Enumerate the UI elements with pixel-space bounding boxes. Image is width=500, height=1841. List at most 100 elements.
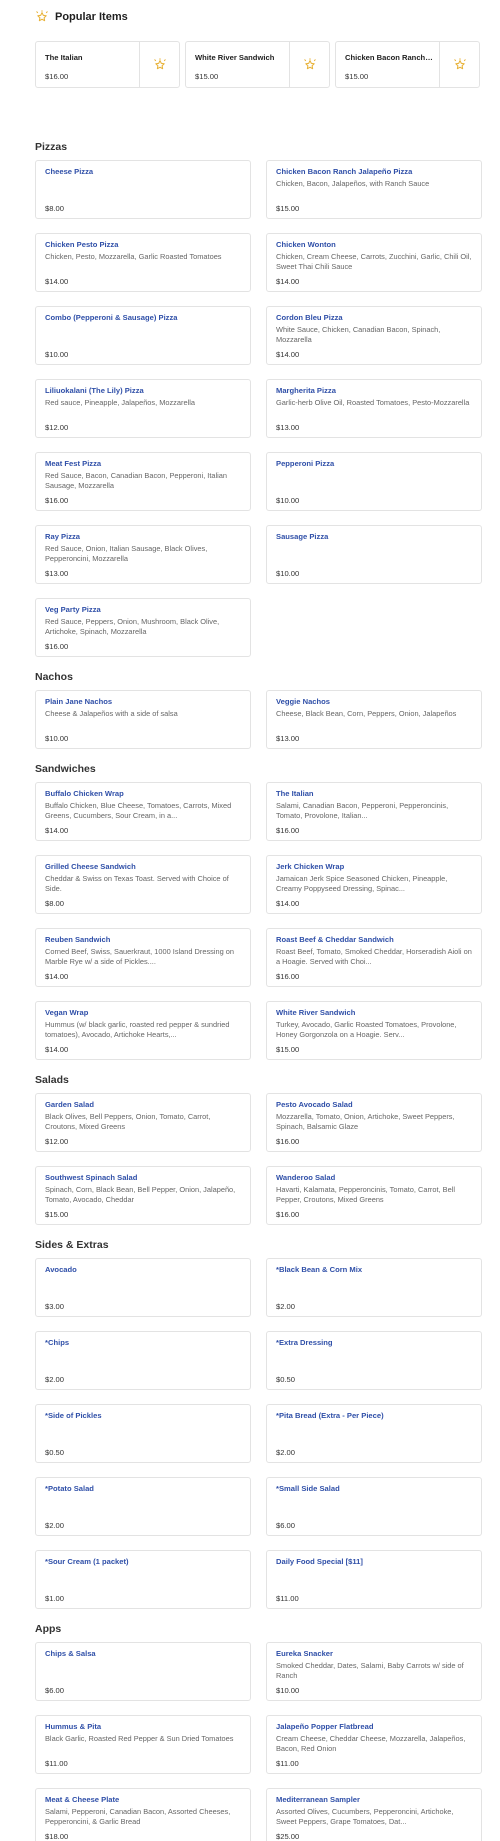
menu-item-card[interactable]: Reuben Sandwich Corned Beef, Swiss, Sauer… (35, 928, 251, 987)
menu-item-price: $2.00 (45, 1521, 65, 1530)
menu-item-card[interactable]: Chicken Pesto Pizza Chicken, Pesto, Mozza… (35, 233, 251, 292)
menu-item-card[interactable]: Liliuokalani (The Lily) Pizza Red sauce, … (35, 379, 251, 438)
popular-item-price: $15.00 (195, 72, 219, 81)
popular-item-name: White River Sandwich (195, 53, 275, 62)
menu-item-name: Meat Fest Pizza (45, 459, 102, 468)
menu-item-card[interactable]: Cheese Pizza $8.00 (35, 160, 251, 219)
menu-item-card[interactable]: *Side of Pickles $0.50 (35, 1404, 251, 1463)
menu-item-price: $16.00 (276, 826, 300, 835)
menu-item-card[interactable]: Sausage Pizza $10.00 (266, 525, 482, 584)
menu-item-card[interactable]: Ray Pizza Red Sauce, Onion, Italian Sausa… (35, 525, 251, 584)
menu-item-card[interactable]: Buffalo Chicken Wrap Buffalo Chicken, Blu… (35, 782, 251, 841)
menu-item-card[interactable]: Vegan Wrap Hummus (w/ black garlic, roast… (35, 1001, 251, 1060)
section-title: Pizzas (35, 141, 68, 153)
menu-item-name: Wanderoo Salad (276, 1173, 336, 1182)
section-items-grid: Buffalo Chicken Wrap Buffalo Chicken, Blu… (35, 782, 482, 1060)
menu-item-description: Corned Beef, Swiss, Sauerkraut, 1000 Isl… (45, 947, 234, 966)
popular-star-icon (303, 57, 316, 69)
menu-item-name: *Small Side Salad (276, 1484, 340, 1493)
menu-item-name: *Pita Bread (Extra - Per Piece) (276, 1411, 384, 1420)
menu-item-price: $10.00 (45, 350, 69, 359)
menu-item-card[interactable]: Hummus & Pita Black Garlic, Roasted Red P… (35, 1715, 251, 1774)
popular-item-badge (139, 42, 179, 87)
menu-item-description: Roast Beef, Tomato, Smoked Cheddar, Hors… (276, 947, 472, 966)
menu-item-card[interactable]: *Chips $2.00 (35, 1331, 251, 1390)
menu-item-card[interactable]: Mediterranean Sampler Assorted Olives, Cu… (266, 1788, 482, 1841)
menu-item-name: Daily Food Special [$11] (276, 1557, 363, 1566)
menu-item-description: Assorted Olives, Cucumbers, Pepperoncini… (276, 1807, 454, 1826)
menu-item-card[interactable]: *Potato Salad $2.00 (35, 1477, 251, 1536)
menu-item-card[interactable]: Grilled Cheese Sandwich Cheddar & Swiss o… (35, 855, 251, 914)
menu-item-name: Roast Beef & Cheddar Sandwich (276, 935, 394, 944)
menu-item-name: Chicken Wonton (276, 240, 336, 249)
menu-item-description: Chicken, Cream Cheese, Carrots, Zucchini… (276, 252, 472, 271)
menu-item-name: Margherita Pizza (276, 386, 336, 395)
menu-item-card[interactable]: Southwest Spinach Salad Spinach, Corn, Bl… (35, 1166, 251, 1225)
menu-item-card[interactable]: Veg Party Pizza Red Sauce, Peppers, Onion… (35, 598, 251, 657)
menu-item-name: Plain Jane Nachos (45, 697, 113, 706)
section-items-grid: Avocado $3.00 *Black Bean & Corn Mix $2.00 *… (35, 1258, 482, 1609)
popular-item-card[interactable]: Chicken Bacon Ranch Jalapeño Pizza $15.00 (335, 41, 480, 88)
sparkle-star-icon (36, 10, 48, 22)
menu-item-card[interactable]: White River Sandwich Turkey, Avocado, Gar… (266, 1001, 482, 1060)
popular-item-card[interactable]: White River Sandwich $15.00 (185, 41, 330, 88)
menu-item-name: Chicken Bacon Ranch Jalapeño Pizza (276, 167, 413, 176)
menu-item-card[interactable]: Daily Food Special [$11] $11.00 (266, 1550, 482, 1609)
menu-item-name: Veg Party Pizza (45, 605, 101, 614)
menu-item-card[interactable]: Jerk Chicken Wrap Jamaican Jerk Spice Sea… (266, 855, 482, 914)
menu-item-name: Veggie Nachos (276, 697, 331, 706)
popular-star-icon (453, 57, 466, 69)
section-title: Apps (35, 1623, 62, 1635)
menu-item-price: $10.00 (276, 496, 300, 505)
menu-item-description: Mozzarella, Tomato, Onion, Artichoke, Sw… (276, 1112, 455, 1131)
menu-item-card[interactable]: Eureka Snacker Smoked Cheddar, Dates, Sal… (266, 1642, 482, 1701)
menu-item-card[interactable]: *Pita Bread (Extra - Per Piece) $2.00 (266, 1404, 482, 1463)
menu-item-card[interactable]: Avocado $3.00 (35, 1258, 251, 1317)
menu-item-card[interactable]: *Black Bean & Corn Mix $2.00 (266, 1258, 482, 1317)
menu-item-name: Cheese Pizza (45, 167, 94, 176)
menu-item-name: Pepperoni Pizza (276, 459, 335, 468)
menu-item-price: $11.00 (276, 1594, 299, 1603)
menu-item-name: Hummus & Pita (45, 1722, 102, 1731)
menu-item-name: Chips & Salsa (45, 1649, 96, 1658)
menu-item-card[interactable]: Jalapeño Popper Flatbread Cream Cheese, C… (266, 1715, 482, 1774)
menu-item-card[interactable]: Meat Fest Pizza Red Sauce, Bacon, Canadia… (35, 452, 251, 511)
menu-item-name: Reuben Sandwich (45, 935, 111, 944)
menu-item-card[interactable]: Pesto Avocado Salad Mozzarella, Tomato, O… (266, 1093, 482, 1152)
menu-item-card[interactable]: *Sour Cream (1 packet) $1.00 (35, 1550, 251, 1609)
menu-item-card[interactable]: Roast Beef & Cheddar Sandwich Roast Beef,… (266, 928, 482, 987)
menu-item-description: Cheese, Black Bean, Corn, Peppers, Onion… (276, 709, 457, 718)
menu-item-description: Jamaican Jerk Spice Seasoned Chicken, Pi… (276, 874, 448, 893)
menu-item-name: Pesto Avocado Salad (276, 1100, 353, 1109)
menu-item-card[interactable]: Veggie Nachos Cheese, Black Bean, Corn, P… (266, 690, 482, 749)
menu-item-card[interactable]: *Small Side Salad $6.00 (266, 1477, 482, 1536)
menu-item-card[interactable]: Garden Salad Black Olives, Bell Peppers, … (35, 1093, 251, 1152)
menu-item-card[interactable]: *Extra Dressing $0.50 (266, 1331, 482, 1390)
menu-item-price: $15.00 (45, 1210, 69, 1219)
section-title: Nachos (35, 671, 73, 683)
menu-item-description: Red Sauce, Peppers, Onion, Mushroom, Bla… (45, 617, 220, 636)
menu-item-description: White Sauce, Chicken, Canadian Bacon, Sp… (276, 325, 441, 344)
menu-item-price: $16.00 (45, 642, 69, 651)
menu-item-price: $13.00 (276, 734, 300, 743)
menu-item-card[interactable]: Cordon Bleu Pizza White Sauce, Chicken, C… (266, 306, 482, 365)
menu-item-name: *Extra Dressing (276, 1338, 333, 1347)
menu-item-description: Cream Cheese, Cheddar Cheese, Mozzarella… (276, 1734, 466, 1753)
menu-item-card[interactable]: Plain Jane Nachos Cheese & Jalapeños with… (35, 690, 251, 749)
menu-item-card[interactable]: Meat & Cheese Plate Salami, Pepperoni, Ca… (35, 1788, 251, 1841)
section-items-grid: Plain Jane Nachos Cheese & Jalapeños with… (35, 690, 482, 749)
menu-item-card[interactable]: Chicken Wonton Chicken, Cream Cheese, Car… (266, 233, 482, 292)
menu-item-name: *Sour Cream (1 packet) (45, 1557, 129, 1566)
menu-item-card[interactable]: Wanderoo Salad Havarti, Kalamata, Peppero… (266, 1166, 482, 1225)
menu-item-card[interactable]: Combo (Pepperoni & Sausage) Pizza $10.00 (35, 306, 251, 365)
menu-item-name: Jerk Chicken Wrap (276, 862, 345, 871)
menu-item-card[interactable]: Margherita Pizza Garlic-herb Olive Oil, R… (266, 379, 482, 438)
menu-item-card[interactable]: Pepperoni Pizza $10.00 (266, 452, 482, 511)
menu-item-card[interactable]: The Italian Salami, Canadian Bacon, Peppe… (266, 782, 482, 841)
menu-item-card[interactable]: Chicken Bacon Ranch Jalapeño Pizza Chicke… (266, 160, 482, 219)
popular-item-card[interactable]: The Italian $16.00 (35, 41, 180, 88)
menu-item-name: Ray Pizza (45, 532, 81, 541)
menu-item-description: Cheese & Jalapeños with a side of salsa (45, 709, 178, 718)
menu-item-card[interactable]: Chips & Salsa $6.00 (35, 1642, 251, 1701)
menu-item-description: Salami, Canadian Bacon, Pepperoni, Peppe… (276, 801, 449, 820)
